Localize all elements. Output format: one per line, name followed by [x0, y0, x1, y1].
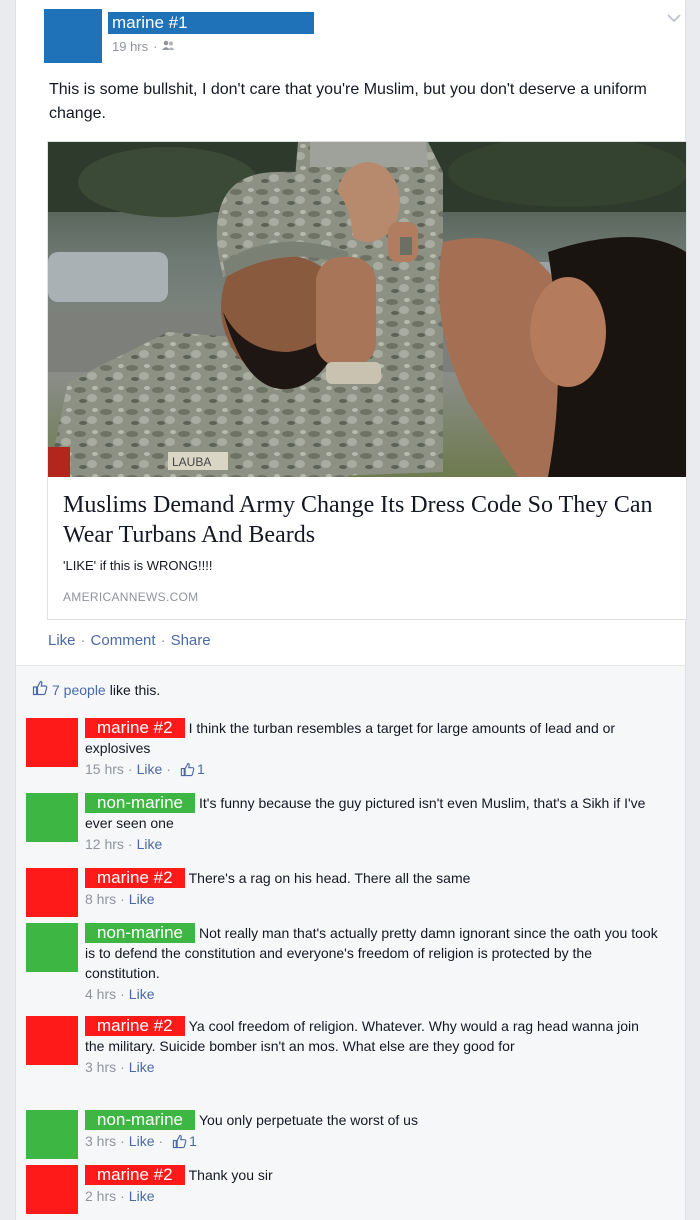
comment-avatar[interactable] [26, 1016, 78, 1065]
comment-avatar[interactable] [26, 718, 78, 767]
comment-author[interactable]: non-marine [85, 923, 195, 943]
post-actions: Like · Comment · Share [48, 632, 211, 649]
post-time[interactable]: 19 hrs [112, 39, 148, 54]
comment-text: There's a rag on his head. There all the… [188, 870, 471, 886]
comment-avatar[interactable] [26, 868, 78, 917]
likes-suffix: like this. [109, 681, 161, 698]
likes-summary: 7 people like this. [15, 665, 686, 709]
comment-like-button[interactable]: Like [129, 1056, 155, 1078]
comment-text: You only perpetuate the worst of us [199, 1112, 418, 1128]
comment-time[interactable]: 3 hrs [85, 1056, 116, 1078]
comment-avatar[interactable] [26, 923, 78, 972]
like-button[interactable]: Like [48, 632, 76, 649]
chevron-down-icon[interactable] [667, 10, 681, 28]
comment-button[interactable]: Comment [91, 632, 156, 649]
comment-text: Thank you sir [188, 1167, 273, 1183]
comment-like-count[interactable]: 1 [189, 1130, 197, 1152]
comment-avatar[interactable] [26, 793, 78, 842]
thumbs-up-icon [32, 680, 48, 699]
comments-list: marine #2 I think the turban resembles a … [15, 709, 686, 1220]
post-card: marine #1 19 hrs · This is some bullshit… [15, 0, 687, 665]
post-meta: 19 hrs · [112, 39, 175, 54]
comment-avatar[interactable] [26, 1165, 78, 1214]
link-title[interactable]: Muslims Demand Army Change Its Dress Cod… [63, 490, 673, 550]
comment-author[interactable]: non-marine [85, 1110, 195, 1130]
comment-avatar[interactable] [26, 1110, 78, 1159]
comment-like-count[interactable]: 1 [197, 758, 205, 780]
comment-like-button[interactable]: Like [129, 888, 155, 910]
comment-author[interactable]: marine #2 [85, 1016, 185, 1036]
comment-like-button[interactable]: Like [137, 758, 163, 780]
link-preview-image[interactable]: LAUBA [48, 142, 686, 477]
thumbs-up-icon[interactable] [172, 1134, 187, 1149]
comment-author[interactable]: marine #2 [85, 718, 185, 738]
link-domain: AMERICANNEWS.COM [63, 590, 199, 604]
comment-like-button[interactable]: Like [129, 1130, 155, 1152]
likes-count[interactable]: 7 people [52, 682, 106, 698]
link-preview-card[interactable]: LAUBA Muslims Demand Army Change Its Dre… [47, 141, 687, 620]
post-text: This is some bullshit, I don't care that… [49, 81, 647, 122]
thumbs-up-icon[interactable] [180, 762, 195, 777]
comment-author[interactable]: non-marine [85, 793, 195, 813]
comment-like-button[interactable]: Like [129, 983, 155, 1005]
comment-time[interactable]: 15 hrs [85, 758, 124, 780]
comment-time[interactable]: 2 hrs [85, 1185, 116, 1207]
comment-author[interactable]: marine #2 [85, 1165, 185, 1185]
comment-time[interactable]: 12 hrs [85, 833, 124, 855]
comment-author[interactable]: marine #2 [85, 868, 185, 888]
author-name[interactable]: marine #1 [108, 12, 314, 34]
comment-like-button[interactable]: Like [129, 1185, 155, 1207]
comment-time[interactable]: 4 hrs [85, 983, 116, 1005]
friends-audience-icon[interactable] [162, 39, 175, 54]
share-button[interactable]: Share [171, 632, 211, 649]
comment-like-button[interactable]: Like [137, 833, 163, 855]
comment-time[interactable]: 8 hrs [85, 888, 116, 910]
link-description: 'LIKE' if this is WRONG!!!! [63, 558, 213, 573]
uniform-name-patch: LAUBA [172, 455, 211, 469]
author-avatar[interactable] [44, 9, 102, 63]
comment-time[interactable]: 3 hrs [85, 1130, 116, 1152]
